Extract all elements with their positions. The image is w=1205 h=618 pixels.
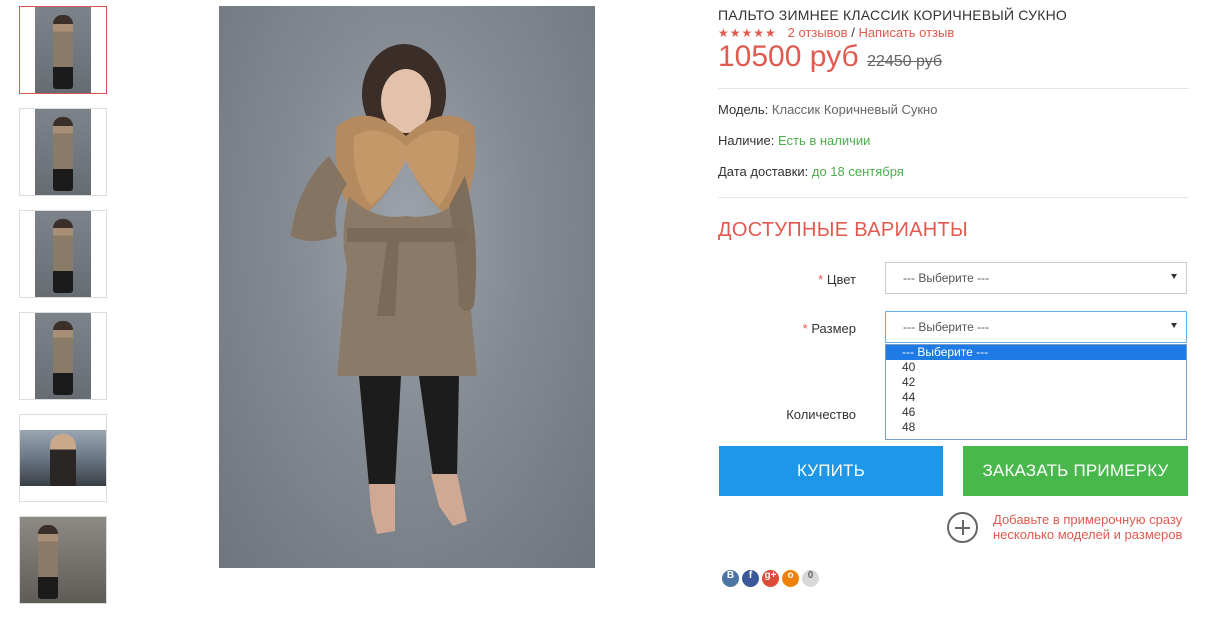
thumbnail-2[interactable] [19,108,107,196]
reviews-link[interactable]: 2 отзывов [788,25,848,40]
size-option[interactable]: 44 [886,390,1186,405]
thumbnail-5[interactable] [19,414,107,502]
variants-title: ДОСТУПНЫЕ ВАРИАНТЫ [718,219,969,241]
thumbnail-image [35,211,91,297]
thumbnail-image [20,430,106,486]
thumbnail-image [20,517,106,603]
divider [718,88,1189,89]
thumbnail-3[interactable] [19,210,107,298]
size-label-text: Размер [811,321,856,336]
social-share-bar: Вf g+ о 0 [722,570,819,587]
size-option[interactable]: 46 [886,405,1186,420]
quantity-label: Количество [786,407,856,422]
product-title: ПАЛЬТО ЗИМНЕЕ КЛАССИК КОРИЧНЕВЫЙ СУКНО [718,7,1067,23]
thumbnail-image [35,7,91,93]
chevron-down-icon [1171,274,1177,279]
color-label-text: Цвет [826,272,856,287]
delivery-value: до 18 сентября [811,164,904,179]
delivery-label: Дата доставки: [718,164,809,179]
add-to-fitting-text[interactable]: Добавьте в примерочную сразу несколько м… [993,512,1193,542]
color-select[interactable]: --- Выберите --- [885,262,1187,294]
chevron-down-icon [1171,323,1177,328]
size-option[interactable]: 48 [886,420,1186,435]
share-count-icon[interactable]: 0 [802,570,819,587]
write-review-link[interactable]: Написать отзыв [858,25,954,40]
thumbnail-image [35,109,91,195]
thumbnail-6[interactable] [19,516,107,604]
thumbnail-1[interactable] [19,6,107,94]
rating-stars-icon: ★★★★★ [718,26,777,40]
rating-row: ★★★★★ 2 отзывов / Написать отзыв [718,25,954,40]
stock-value: Есть в наличии [777,133,871,148]
thumbnail-image [35,313,91,399]
order-fitting-button[interactable]: ЗАКАЗАТЬ ПРИМЕРКУ [963,446,1188,496]
odnoklassniki-icon[interactable]: о [782,570,799,587]
color-select-value: --- Выберите --- [903,271,990,285]
size-dropdown-list[interactable]: --- Выберите --- 40 42 44 46 48 [885,344,1187,440]
divider [718,197,1189,198]
main-product-photo[interactable] [219,6,595,568]
delivery-row: Дата доставки: до 18 сентября [718,164,904,179]
size-select-value: --- Выберите --- [903,320,990,334]
stock-label: Наличие: [718,133,775,148]
facebook-icon[interactable]: f [742,570,759,587]
google-plus-icon[interactable]: g+ [762,570,779,587]
size-select[interactable]: --- Выберите --- [885,311,1187,343]
color-label: * Цвет [718,272,856,287]
thumbnail-4[interactable] [19,312,107,400]
add-to-fitting-icon[interactable] [947,512,978,543]
size-option[interactable]: 40 [886,360,1186,375]
vk-icon[interactable]: В [722,570,739,587]
model-row: Модель: Классик Коричневый Сукно [718,102,937,117]
model-label: Модель: [718,102,769,117]
coat-model-illustration [291,44,477,534]
price-block: 10500 руб 22450 руб [718,40,942,74]
model-value: Классик Коричневый Сукно [771,102,938,117]
size-option[interactable]: 42 [886,375,1186,390]
size-option[interactable]: --- Выберите --- [886,345,1186,360]
thumbnail-gallery [19,6,107,618]
stock-row: Наличие: Есть в наличии [718,133,870,148]
price-current: 10500 руб [718,40,859,73]
review-separator: / [847,25,859,40]
required-mark: * [818,272,824,287]
price-old: 22450 руб [867,53,943,70]
size-label: * Размер [718,321,856,336]
buy-button[interactable]: КУПИТЬ [719,446,943,496]
required-mark: * [802,321,808,336]
